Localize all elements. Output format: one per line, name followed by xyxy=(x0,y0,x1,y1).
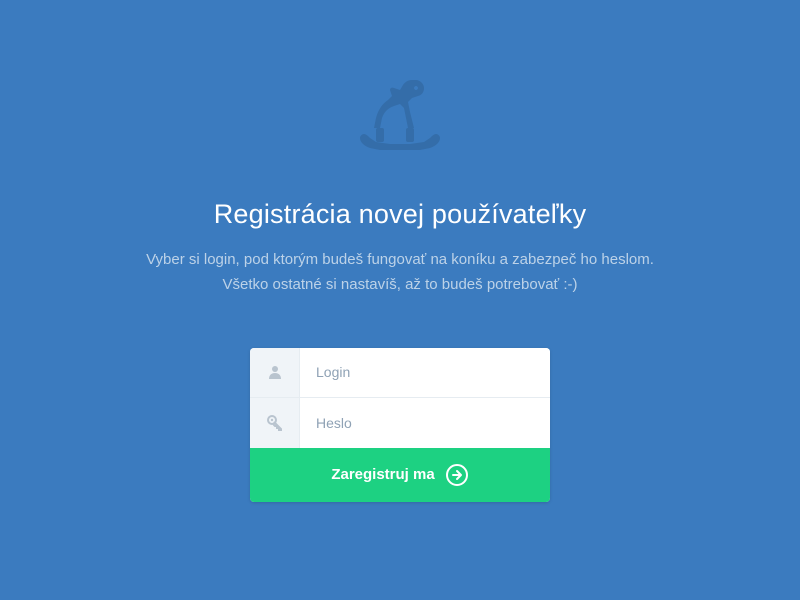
submit-button[interactable]: Zaregistruj ma xyxy=(250,448,550,502)
password-row xyxy=(250,398,550,448)
arrow-right-circle-icon xyxy=(445,463,469,487)
rocking-horse-logo xyxy=(350,72,450,167)
login-input[interactable] xyxy=(300,348,550,397)
login-row xyxy=(250,348,550,398)
submit-label: Zaregistruj ma xyxy=(331,466,434,483)
subtitle-line-2: Všetko ostatné si nastavíš, až to budeš … xyxy=(223,276,578,293)
key-icon xyxy=(250,398,300,448)
page-title: Registrácia novej používateľky xyxy=(214,199,587,230)
page-subtitle: Vyber si login, pod ktorým budeš fungova… xyxy=(146,248,654,298)
registration-page: Registrácia novej používateľky Vyber si … xyxy=(0,0,800,502)
registration-form: Zaregistruj ma xyxy=(250,348,550,502)
password-input[interactable] xyxy=(300,398,550,448)
user-icon xyxy=(250,348,300,397)
subtitle-line-1: Vyber si login, pod ktorým budeš fungova… xyxy=(146,251,654,268)
